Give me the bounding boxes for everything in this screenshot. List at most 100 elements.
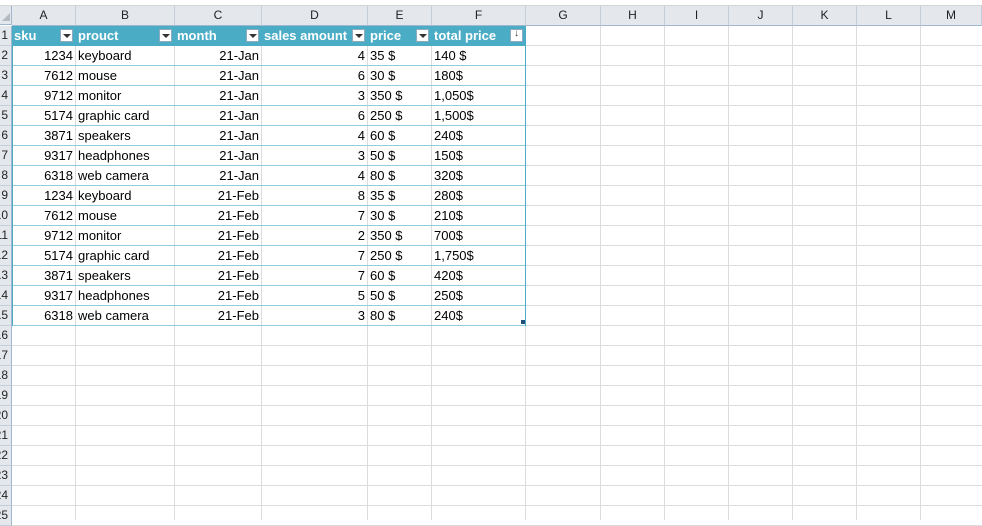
table-cell-sales-amount[interactable]: 4 — [262, 46, 365, 66]
table-cell-month[interactable]: 21-Jan — [175, 126, 259, 146]
table-cell-sales-amount[interactable]: 8 — [262, 186, 365, 206]
table-cell-month[interactable]: 21-Jan — [175, 106, 259, 126]
table-cell-sales-amount[interactable]: 7 — [262, 206, 365, 226]
table-cell-sales-amount[interactable]: 3 — [262, 306, 365, 326]
column-header-f[interactable]: F — [432, 6, 526, 26]
column-header-j[interactable]: J — [729, 6, 793, 26]
row-header[interactable]: 2 — [0, 46, 12, 66]
table-cell-sku[interactable]: 7612 — [12, 66, 73, 86]
table-resize-handle[interactable] — [521, 320, 525, 324]
table-cell-total-price[interactable]: 320$ — [434, 166, 526, 186]
row-header[interactable]: 15 — [0, 306, 12, 326]
table-cell-sku[interactable]: 6318 — [12, 166, 73, 186]
row-header[interactable]: 12 — [0, 246, 12, 266]
row-header[interactable]: 20 — [0, 406, 12, 426]
table-cell-total-price[interactable]: 700$ — [434, 226, 526, 246]
table-cell-total-price[interactable]: 1,750$ — [434, 246, 526, 266]
column-header-b[interactable]: B — [76, 6, 175, 26]
table-cell-sales-amount[interactable]: 4 — [262, 126, 365, 146]
table-cell-sales-amount[interactable]: 4 — [262, 166, 365, 186]
column-header-a[interactable]: A — [12, 6, 76, 26]
table-cell-price[interactable]: 35 $ — [370, 186, 432, 206]
table-cell-price[interactable]: 250 $ — [370, 106, 432, 126]
row-header[interactable]: 3 — [0, 66, 12, 86]
table-cell-month[interactable]: 21-Jan — [175, 46, 259, 66]
table-cell-product[interactable]: speakers — [78, 266, 175, 286]
table-cell-month[interactable]: 21-Jan — [175, 66, 259, 86]
table-cell-price[interactable]: 50 $ — [370, 146, 432, 166]
table-cell-month[interactable]: 21-Jan — [175, 166, 259, 186]
table-cell-product[interactable]: keyboard — [78, 186, 175, 206]
table-cell-total-price[interactable]: 150$ — [434, 146, 526, 166]
table-cell-price[interactable]: 80 $ — [370, 166, 432, 186]
table-cell-sku[interactable]: 3871 — [12, 126, 73, 146]
column-header-l[interactable]: L — [857, 6, 921, 26]
row-header[interactable]: 23 — [0, 466, 12, 486]
row-header[interactable]: 14 — [0, 286, 12, 306]
table-cell-product[interactable]: keyboard — [78, 46, 175, 66]
column-header-e[interactable]: E — [368, 6, 432, 26]
table-cell-sku[interactable]: 5174 — [12, 106, 73, 126]
table-cell-total-price[interactable]: 280$ — [434, 186, 526, 206]
table-cell-total-price[interactable]: 180$ — [434, 66, 526, 86]
filter-dropdown-button-icon[interactable] — [159, 29, 172, 42]
table-cell-price[interactable]: 30 $ — [370, 206, 432, 226]
table-cell-sku[interactable]: 5174 — [12, 246, 73, 266]
table-cell-total-price[interactable]: 1,500$ — [434, 106, 526, 126]
table-cell-month[interactable]: 21-Jan — [175, 146, 259, 166]
table-cell-sales-amount[interactable]: 7 — [262, 246, 365, 266]
table-cell-sales-amount[interactable]: 3 — [262, 146, 365, 166]
table-cell-total-price[interactable]: 240$ — [434, 306, 526, 326]
table-cell-price[interactable]: 250 $ — [370, 246, 432, 266]
row-header[interactable]: 10 — [0, 206, 12, 226]
table-cell-total-price[interactable]: 210$ — [434, 206, 526, 226]
table-cell-sales-amount[interactable]: 6 — [262, 106, 365, 126]
table-cell-product[interactable]: mouse — [78, 206, 175, 226]
column-header-i[interactable]: I — [665, 6, 729, 26]
table-cell-product[interactable]: web camera — [78, 166, 175, 186]
table-cell-month[interactable]: 21-Feb — [175, 246, 259, 266]
filter-dropdown-button-icon[interactable] — [60, 29, 73, 42]
column-header-m[interactable]: M — [921, 6, 982, 26]
table-cell-product[interactable]: headphones — [78, 286, 175, 306]
table-cell-product[interactable]: web camera — [78, 306, 175, 326]
table-cell-total-price[interactable]: 420$ — [434, 266, 526, 286]
select-all-corner[interactable] — [0, 6, 12, 25]
table-cell-total-price[interactable]: 250$ — [434, 286, 526, 306]
row-header[interactable]: 9 — [0, 186, 12, 206]
row-header[interactable]: 4 — [0, 86, 12, 106]
table-cell-price[interactable]: 30 $ — [370, 66, 432, 86]
filter-dropdown-button-icon[interactable] — [416, 29, 429, 42]
row-header[interactable]: 8 — [0, 166, 12, 186]
table-cell-sku[interactable]: 6318 — [12, 306, 73, 326]
row-header[interactable]: 21 — [0, 426, 12, 446]
sort-filter-button-icon[interactable] — [510, 28, 523, 42]
table-cell-sales-amount[interactable]: 5 — [262, 286, 365, 306]
row-header[interactable]: 13 — [0, 266, 12, 286]
table-cell-product[interactable]: mouse — [78, 66, 175, 86]
table-cell-total-price[interactable]: 140 $ — [434, 46, 526, 66]
table-cell-sku[interactable]: 9712 — [12, 86, 73, 106]
table-cell-sku[interactable]: 1234 — [12, 46, 73, 66]
table-cell-month[interactable]: 21-Feb — [175, 186, 259, 206]
column-header-k[interactable]: K — [793, 6, 857, 26]
table-cell-sales-amount[interactable]: 6 — [262, 66, 365, 86]
row-header[interactable]: 24 — [0, 486, 12, 506]
table-cell-price[interactable]: 35 $ — [370, 46, 432, 66]
table-cell-price[interactable]: 60 $ — [370, 266, 432, 286]
filter-dropdown-button-icon[interactable] — [246, 29, 259, 42]
table-cell-month[interactable]: 21-Feb — [175, 286, 259, 306]
table-cell-product[interactable]: monitor — [78, 86, 175, 106]
table-cell-price[interactable]: 350 $ — [370, 226, 432, 246]
table-cell-month[interactable]: 21-Feb — [175, 206, 259, 226]
row-header[interactable]: 25 — [0, 506, 12, 526]
table-cell-total-price[interactable]: 1,050$ — [434, 86, 526, 106]
table-cell-product[interactable]: headphones — [78, 146, 175, 166]
table-cell-month[interactable]: 21-Feb — [175, 306, 259, 326]
table-cell-sku[interactable]: 9317 — [12, 146, 73, 166]
table-cell-month[interactable]: 21-Jan — [175, 86, 259, 106]
table-cell-price[interactable]: 80 $ — [370, 306, 432, 326]
table-cell-sku[interactable]: 3871 — [12, 266, 73, 286]
row-header[interactable]: 16 — [0, 326, 12, 346]
table-cell-price[interactable]: 350 $ — [370, 86, 432, 106]
